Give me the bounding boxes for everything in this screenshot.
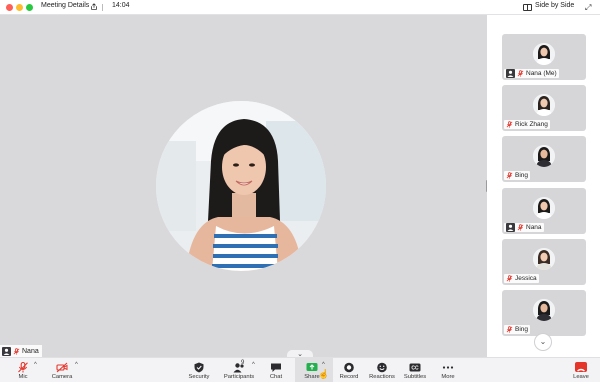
participant-name: Nana [526,224,542,231]
participant-name: Jessica [515,275,537,282]
main-video-stage: Nana ⌄ [0,15,487,359]
mic-off-icon [506,121,513,128]
fullscreen-icon[interactable]: ⤢ [585,3,591,13]
leave-label: Leave [573,374,589,380]
participant-tile[interactable]: Nana (Me) [502,34,586,80]
record-button[interactable]: Record [339,358,359,382]
avatar-icon [506,69,515,78]
participant-label: Bing [504,325,531,334]
meeting-toolbar: Mic ^ Camera ^ Security Participants 9 ^… [0,357,600,382]
chat-icon [271,363,281,372]
mic-button[interactable]: Mic [13,358,33,382]
share-screen-icon [306,363,318,371]
participants-count: 9 [241,360,245,366]
mic-options-caret[interactable]: ^ [34,362,37,368]
meeting-details-link[interactable]: Meeting Details [41,2,89,9]
participants-label: Participants [223,374,255,380]
participant-avatar [533,299,555,321]
camera-button[interactable]: Camera [50,358,74,382]
participant-avatar [533,145,555,167]
participant-name: Rick Zhang [515,121,548,128]
security-label: Security [188,374,210,380]
participant-name: Nana (Me) [526,70,557,77]
close-window-button[interactable] [6,4,13,11]
shield-icon [194,362,204,373]
camera-options-caret[interactable]: ^ [75,362,78,368]
subtitles-label: Subtitles [403,374,427,380]
title-bar: Meeting Details 14:04 Side by Side ⤢ [0,0,600,15]
security-button[interactable]: Security [187,358,211,382]
mic-off-icon [506,172,513,179]
more-dots-icon [442,366,454,369]
participant-label: Nana (Me) [504,69,559,78]
avatar-icon [2,346,11,356]
camera-off-icon [56,362,68,373]
mic-off-icon [18,362,28,373]
smile-icon [377,362,387,373]
camera-label: Camera [51,374,73,380]
mic-off-icon [506,326,513,333]
share-link-icon[interactable] [90,3,98,11]
participants-options-caret[interactable]: ^ [252,362,255,368]
side-by-side-icon[interactable] [523,4,532,11]
more-button[interactable]: More [439,358,457,382]
participant-label: Bing [504,171,531,180]
svg-text:CC: CC [411,366,419,372]
participants-button[interactable]: Participants [223,358,255,382]
participant-name: Bing [515,172,529,179]
view-mode-button[interactable]: Side by Side [535,2,574,9]
speaker-name: Nana [22,347,39,355]
participant-name: Bing [515,326,529,333]
zoom-window-button[interactable] [26,4,33,11]
mic-off-icon [517,70,524,77]
leave-icon [575,362,587,372]
reactions-button[interactable]: Reactions [369,358,395,382]
speaker-name-label: Nana [0,345,42,357]
mic-off-icon [13,347,20,355]
subtitles-button[interactable]: CC Subtitles [403,358,427,382]
chat-label: Chat [269,374,283,380]
active-speaker-avatar [156,101,326,271]
participant-tile[interactable]: Bing [502,136,586,182]
record-label: Record [339,374,359,380]
leave-button[interactable]: Leave [572,358,590,382]
cursor-hand-icon: ☝ [318,369,330,379]
share-options-caret[interactable]: ^ [322,362,325,368]
minimize-window-button[interactable] [16,4,23,11]
avatar-icon [506,223,515,232]
participant-tile[interactable]: Nana [502,188,586,234]
participant-tile[interactable]: Rick Zhang [502,85,586,131]
meeting-clock: 14:04 [112,2,130,9]
participant-label: Rick Zhang [504,120,550,129]
chevron-down-icon: ⌄ [539,337,547,346]
mic-off-icon [506,275,513,282]
participant-avatar [533,197,555,219]
gallery-scroll-down-button[interactable]: ⌄ [534,333,552,351]
participant-avatar [533,43,555,65]
participant-avatar [533,248,555,270]
more-label: More [441,374,455,380]
title-separator [102,4,103,11]
participant-label: Nana [504,223,544,232]
mic-off-icon [517,224,524,231]
reactions-label: Reactions [369,374,395,380]
participant-tile[interactable]: Bing [502,290,586,336]
mic-label: Mic [18,374,28,380]
record-icon [344,362,354,373]
cc-icon: CC [409,363,421,372]
participant-tile[interactable]: Jessica [502,239,586,285]
participant-avatar [533,94,555,116]
participant-gallery: Nana (Me) Rick Zhang Bing Nana Jessica Bing ⌄ [487,15,600,357]
chat-button[interactable]: Chat [266,358,286,382]
participant-label: Jessica [504,274,539,283]
